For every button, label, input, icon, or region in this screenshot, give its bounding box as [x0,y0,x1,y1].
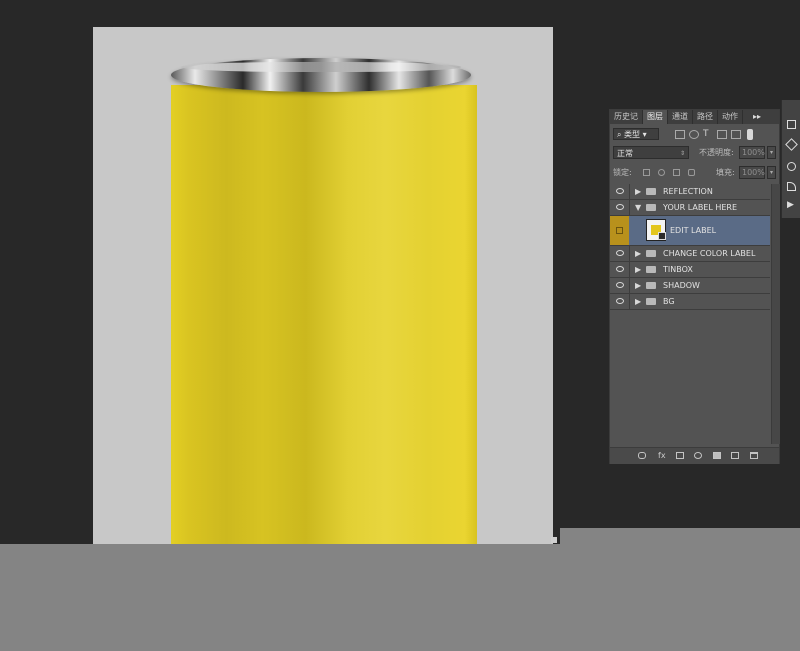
layer-name: CHANGE COLOR LABEL [663,249,756,258]
folder-icon [646,266,656,273]
mask-icon[interactable] [676,452,684,459]
expand-arrow-icon[interactable]: ▶ [635,186,641,197]
panel-menu-icon[interactable]: ▸▸ [753,110,761,124]
filter-toggle[interactable] [747,128,753,140]
lock-position-icon[interactable] [673,169,680,176]
play-icon[interactable]: ▶ [787,201,796,210]
layer-row-edit-label[interactable]: EDIT LABEL [610,216,770,246]
layer-row-reflection[interactable]: ▶ REFLECTION [610,184,770,200]
hidden-visibility-icon[interactable] [610,216,629,245]
open-folder-icon [646,204,656,211]
lock-label: 锁定: [613,168,632,177]
collapse-arrow-icon[interactable]: ▼ [635,202,641,213]
lock-transparent-icon[interactable] [643,169,650,176]
filter-type-label: 类型 [624,130,641,139]
blend-mode-select[interactable]: 正常 ⇕ [613,146,689,159]
paths-icon[interactable] [787,182,796,191]
layers-panel: 历史记 图层 通道 路径 动作 ▸▸ ⌕ 类型 ▾ T 正常 ⇕ 不透明度: 10… [609,109,780,464]
opacity-label: 不透明度: [699,148,734,157]
smart-object-thumbnail-icon[interactable] [646,219,666,241]
layer-row-shadow[interactable]: ▶ SHADOW [610,278,770,294]
link-icon[interactable] [638,452,646,459]
layer-row-bg[interactable]: ▶ BG [610,294,770,310]
folder-icon [646,282,656,289]
chevron-icon: ⇕ [679,150,685,157]
filter-smart-object-icon[interactable] [731,129,741,139]
fill-dropdown-icon[interactable]: ▾ [767,166,776,179]
filter-type-select[interactable]: ⌕ 类型 ▾ [613,128,659,140]
divider [629,200,630,215]
layer-name: SHADOW [663,281,700,290]
filter-adjustment-icon[interactable] [689,129,699,139]
eye-icon[interactable] [616,298,624,304]
tab-actions[interactable]: 动作 [718,110,743,124]
metal-can-lid [171,58,471,92]
layers-icon[interactable] [785,138,798,151]
layer-row-tinbox[interactable]: ▶ TINBOX [610,262,770,278]
channels-icon[interactable] [787,162,796,171]
eye-icon[interactable] [616,250,624,256]
collapsed-panels-strip: ▶ [781,100,800,218]
expand-arrow-icon[interactable]: ▶ [635,248,641,259]
divider [629,184,630,199]
lock-row: 锁定: 填充: 100% ▾ [613,166,776,180]
fill-label: 填充: [716,168,735,177]
trash-icon[interactable] [750,452,758,459]
eye-icon[interactable] [616,266,624,272]
lock-image-icon[interactable] [658,169,665,176]
properties-icon[interactable] [787,120,796,129]
divider [629,278,630,293]
filter-pixel-icon[interactable] [675,129,685,139]
expand-arrow-icon[interactable]: ▶ [635,264,641,275]
tab-history[interactable]: 历史记 [610,110,643,124]
layer-name: BG [663,297,675,306]
gray-area-upper-right [560,528,800,544]
folder-icon [646,250,656,257]
tab-channels[interactable]: 通道 [668,110,693,124]
layer-name: REFLECTION [663,187,713,196]
filter-row: ⌕ 类型 ▾ T [613,127,776,141]
blend-mode-value: 正常 [617,149,633,158]
eye-icon[interactable] [616,188,624,194]
fill-input[interactable]: 100% [739,166,765,179]
layer-row-change-color-label[interactable]: ▶ CHANGE COLOR LABEL [610,246,770,262]
layers-scrollbar[interactable] [771,184,780,444]
new-group-icon[interactable] [713,452,721,459]
divider [629,294,630,309]
divider [629,246,630,261]
layer-name: TINBOX [663,265,693,274]
folder-icon [646,298,656,305]
tab-layers[interactable]: 图层 [643,110,668,124]
layer-name: YOUR LABEL HERE [663,203,738,212]
layer-list: ▶ REFLECTION ▼ YOUR LABEL HERE EDIT LABE… [610,184,770,310]
layer-name: EDIT LABEL [670,226,717,235]
layers-bottom-toolbar: fx [610,447,779,464]
tab-paths[interactable]: 路径 [693,110,718,124]
fx-icon[interactable]: fx [658,452,666,460]
folder-icon [646,188,656,195]
expand-arrow-icon[interactable]: ▶ [635,280,641,291]
opacity-input[interactable]: 100% [739,146,765,159]
filter-text-icon[interactable]: T [703,129,713,139]
filter-shape-icon[interactable] [717,129,727,139]
lock-all-icon[interactable] [688,169,695,176]
eye-icon[interactable] [616,282,624,288]
canvas-resize-handle[interactable] [551,537,557,543]
blend-row: 正常 ⇕ 不透明度: 100% ▾ [613,146,776,160]
divider [629,262,630,277]
new-layer-icon[interactable] [731,452,739,459]
opacity-dropdown-icon[interactable]: ▾ [767,146,776,159]
yellow-can-body [171,85,477,555]
document-canvas[interactable] [93,27,553,555]
eye-icon[interactable] [616,204,624,210]
expand-arrow-icon[interactable]: ▶ [635,296,641,307]
adjustment-icon[interactable] [694,452,702,459]
gray-area-bottom [0,544,800,651]
layer-row-your-label-here[interactable]: ▼ YOUR LABEL HERE [610,200,770,216]
